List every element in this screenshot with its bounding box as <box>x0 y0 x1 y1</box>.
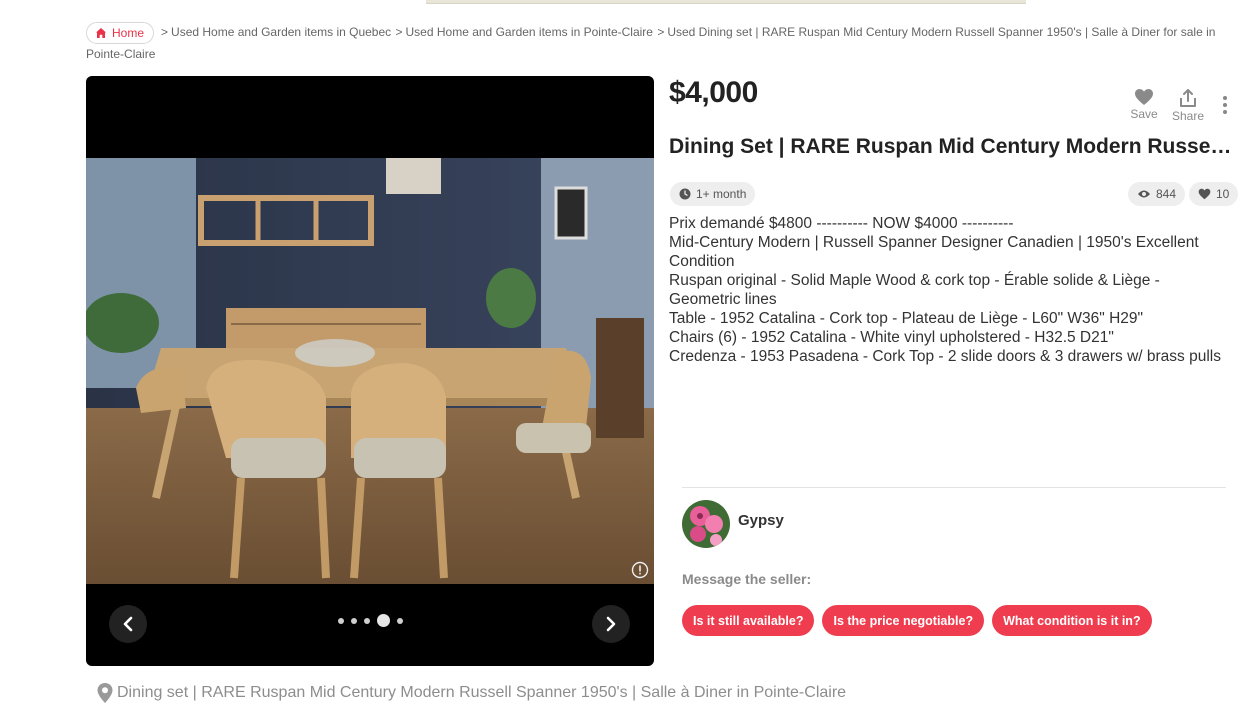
quick-reply-condition-button[interactable]: What condition is it in? <box>992 605 1152 636</box>
quick-replies: Is it still available? Is the price nego… <box>682 605 1152 636</box>
save-label: Save <box>1130 107 1158 121</box>
listing-price: $4,000 <box>669 76 758 109</box>
photo-pager-dots <box>86 614 654 627</box>
pager-dot[interactable] <box>396 617 403 624</box>
quick-reply-negotiable-button[interactable]: Is the price negotiable? <box>822 605 985 636</box>
breadcrumb: Home > Used Home and Garden items in Queb… <box>86 22 1236 64</box>
description-line: Ruspan original - Solid Maple Wood & cor… <box>669 272 1160 308</box>
description-line: Mid-Century Modern | Russell Spanner Des… <box>669 234 1199 270</box>
pager-dot[interactable] <box>337 617 344 624</box>
pager-dot[interactable] <box>363 617 370 624</box>
pager-dot-active[interactable] <box>376 614 390 627</box>
seller-name[interactable]: Gypsy <box>738 512 784 529</box>
listing-actions: Save Share <box>1126 88 1206 123</box>
listing-photo[interactable] <box>86 158 654 584</box>
dining-room-image <box>86 158 654 584</box>
more-icon[interactable] <box>1216 96 1234 120</box>
breadcrumb-item-quebec[interactable]: Used Home and Garden items in Quebec <box>171 25 391 39</box>
breadcrumb-separator: > <box>161 25 169 40</box>
seller-divider <box>682 487 1226 488</box>
breadcrumb-item-pointe-claire[interactable]: Used Home and Garden items in Pointe-Cla… <box>406 25 653 39</box>
description-line: Prix demandé $4800 ---------- NOW $4000 … <box>669 215 1014 232</box>
quick-reply-available-button[interactable]: Is it still available? <box>682 605 815 636</box>
share-icon <box>1180 89 1196 107</box>
chevron-right-icon <box>606 616 616 632</box>
photo-gallery <box>86 76 654 666</box>
posted-age-badge: 1+ month <box>670 182 756 206</box>
description-line: Chairs (6) - 1952 Catalina - White vinyl… <box>669 329 1114 346</box>
description-line: Table - 1952 Catalina - Cork top - Plate… <box>669 310 1144 327</box>
share-label: Share <box>1171 109 1205 123</box>
location-pin-icon <box>97 683 113 703</box>
flower-avatar-image <box>682 500 730 548</box>
likes-badge: 10 <box>1189 182 1239 206</box>
heart-icon <box>1198 188 1211 200</box>
location-text: Dining set | RARE Ruspan Mid Century Mod… <box>117 684 847 701</box>
breadcrumb-separator: > <box>657 25 665 40</box>
listing-title: Dining Set | RARE Ruspan Mid Century Mod… <box>669 135 1237 158</box>
next-photo-button[interactable] <box>592 605 630 643</box>
save-button[interactable]: Save <box>1126 88 1162 123</box>
breadcrumb-home-label: Home <box>112 26 145 40</box>
home-icon <box>96 28 106 38</box>
share-button[interactable]: Share <box>1170 88 1206 123</box>
seller-avatar[interactable] <box>682 500 730 548</box>
views-count: 844 <box>1156 187 1177 201</box>
breadcrumb-home[interactable]: Home <box>86 22 155 44</box>
listing-description: Prix demandé $4800 ---------- NOW $4000 … <box>669 214 1234 366</box>
report-icon[interactable] <box>631 561 649 579</box>
description-line: Credenza - 1953 Pasadena - Cork Top - 2 … <box>669 348 1221 365</box>
breadcrumb-separator: > <box>395 25 403 40</box>
listing-location: Dining set | RARE Ruspan Mid Century Mod… <box>96 682 846 704</box>
heart-icon <box>1135 89 1153 105</box>
likes-count: 10 <box>1216 187 1230 201</box>
eye-icon <box>1138 190 1150 198</box>
pager-dot[interactable] <box>350 617 357 624</box>
top-bar <box>426 0 1026 4</box>
clock-icon <box>679 188 691 200</box>
message-seller-label: Message the seller: <box>682 571 812 587</box>
views-badge: 844 <box>1128 182 1186 206</box>
posted-age-text: 1+ month <box>696 187 747 201</box>
